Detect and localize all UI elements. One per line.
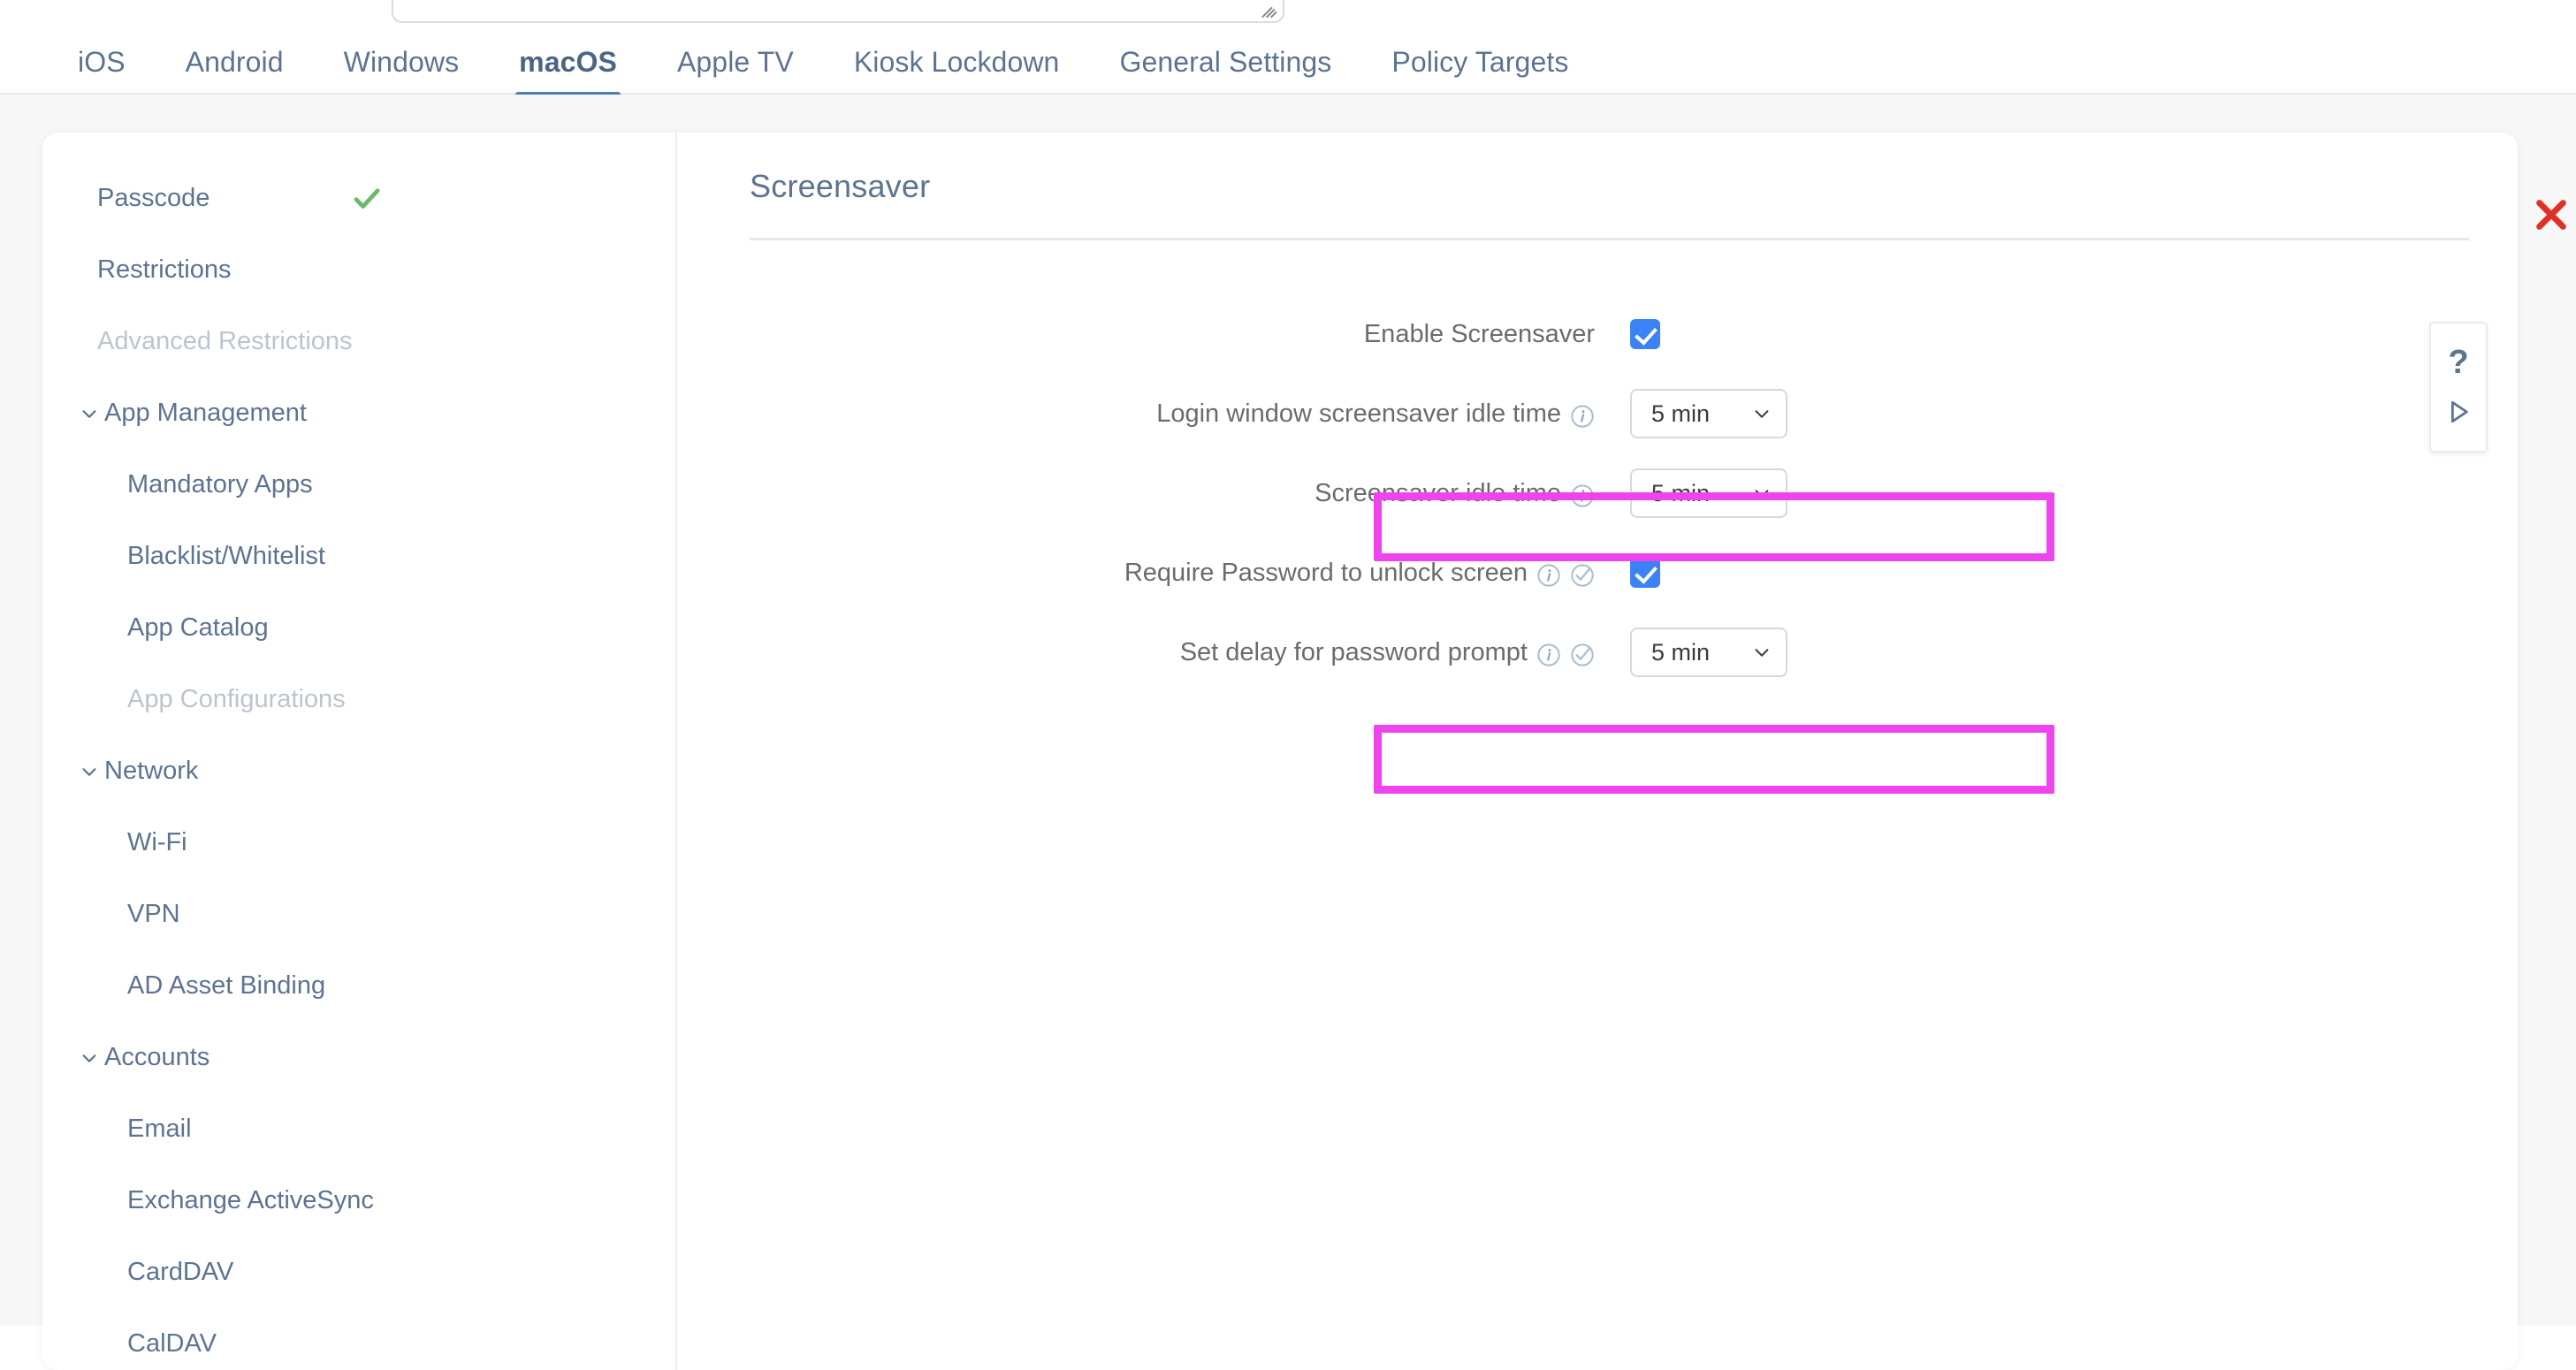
row-label: Require Password to unlock screen (677, 559, 1614, 588)
sidebar-item-label: AD Asset Binding (127, 971, 326, 1000)
tab-windows[interactable]: Windows (344, 23, 460, 98)
sidebar-group-label: App Management (104, 399, 307, 427)
screensaver-panel: Screensaver Enable Screensaver Login win… (677, 133, 2566, 1370)
tab-android[interactable]: Android (186, 23, 284, 98)
screensaver-idle-time-select[interactable]: 5 min (1630, 468, 1787, 518)
row-control (1630, 558, 1660, 588)
row-label: Login window screensaver idle time (677, 400, 1614, 429)
row-label: Set delay for password prompt (677, 638, 1614, 667)
sidebar-item-passcode[interactable]: Passcode (42, 163, 675, 234)
row-password-prompt-delay: Set delay for password prompt 5 min (677, 624, 2518, 681)
sidebar-item-label: App Catalog (127, 613, 269, 642)
sidebar-item-label: Exchange ActiveSync (127, 1186, 374, 1214)
row-control: 5 min (1630, 628, 1787, 677)
help-float-panel: ? (2429, 322, 2488, 453)
enable-screensaver-checkbox[interactable] (1630, 319, 1660, 349)
configured-check-icon (352, 184, 382, 214)
chevron-down-icon (80, 1048, 99, 1068)
info-icon[interactable] (1536, 563, 1561, 588)
tab-apple-tv[interactable]: Apple TV (677, 23, 794, 98)
panel-header: Screensaver (750, 168, 2566, 240)
sidebar-group-label: Network (104, 757, 199, 785)
sidebar-item-blacklist-whitelist[interactable]: Blacklist/Whitelist (42, 521, 675, 592)
sidebar-item-carddav[interactable]: CardDAV (42, 1237, 675, 1308)
sidebar-item-mandatory-apps[interactable]: Mandatory Apps (42, 449, 675, 521)
info-icon[interactable] (1570, 483, 1595, 508)
row-control (1630, 319, 1660, 349)
sidebar-group-app-management[interactable]: App Management (42, 377, 675, 449)
login-window-idle-time-select[interactable]: 5 min (1630, 389, 1787, 438)
tab-policy-targets[interactable]: Policy Targets (1391, 23, 1568, 98)
info-icon[interactable] (1536, 643, 1561, 667)
select-value: 5 min (1651, 479, 1711, 506)
sidebar-item-app-configurations: App Configurations (42, 664, 675, 735)
row-label: Enable Screensaver (1363, 319, 1595, 348)
row-require-password-unlock: Require Password to unlock screen (677, 544, 2518, 601)
settings-card: Passcode Restrictions Advanced Restricti… (42, 133, 2566, 1370)
tab-general-settings[interactable]: General Settings (1119, 23, 1331, 98)
payload-sidebar: Passcode Restrictions Advanced Restricti… (42, 133, 677, 1370)
highlight-box-password-prompt-delay (1374, 725, 2054, 794)
question-mark-icon[interactable]: ? (2443, 346, 2473, 379)
password-prompt-delay-select[interactable]: 5 min (1630, 628, 1787, 677)
tab-ios[interactable]: iOS (78, 23, 126, 98)
sidebar-item-exchange-activesync[interactable]: Exchange ActiveSync (42, 1165, 675, 1237)
sidebar-item-label: Restrictions (97, 255, 232, 284)
sidebar-item-label: Passcode (97, 184, 210, 212)
chevron-down-icon (1752, 404, 1772, 423)
sidebar-item-email[interactable]: Email (42, 1093, 675, 1165)
sidebar-group-label: Accounts (104, 1043, 210, 1071)
sidebar-item-label: CalDAV (127, 1329, 217, 1358)
tab-kiosk-lockdown[interactable]: Kiosk Lockdown (854, 23, 1060, 98)
sidebar-item-label: Wi-Fi (127, 828, 187, 856)
supervised-check-icon[interactable] (1570, 643, 1595, 667)
row-control: 5 min (1630, 468, 1787, 518)
info-icon[interactable] (1570, 404, 1595, 429)
sidebar-item-ad-asset-binding[interactable]: AD Asset Binding (42, 950, 675, 1022)
supervised-check-icon[interactable] (1570, 563, 1595, 588)
play-triangle-icon[interactable] (2443, 397, 2473, 427)
row-enable-screensaver: Enable Screensaver (677, 306, 2518, 362)
select-value: 5 min (1651, 638, 1711, 666)
sidebar-group-accounts[interactable]: Accounts (42, 1022, 675, 1093)
close-icon[interactable] (2531, 194, 2572, 235)
sidebar-item-label: Advanced Restrictions (97, 327, 353, 355)
sidebar-item-caldav[interactable]: CalDAV (42, 1308, 675, 1370)
require-password-checkbox[interactable] (1630, 558, 1660, 588)
row-login-window-idle-time: Login window screensaver idle time 5 min (677, 385, 2518, 442)
screensaver-form: Enable Screensaver Login window screensa… (677, 306, 2518, 704)
chevron-down-icon (80, 404, 99, 423)
sidebar-item-app-catalog[interactable]: App Catalog (42, 592, 675, 664)
chevron-down-icon (1752, 483, 1772, 503)
sidebar-item-label: Mandatory Apps (127, 470, 313, 499)
top-textarea[interactable] (392, 0, 1284, 23)
sidebar-item-label: Email (127, 1115, 192, 1143)
sidebar-item-label: Blacklist/Whitelist (127, 542, 325, 570)
sidebar-group-network[interactable]: Network (42, 735, 675, 807)
page-title: Screensaver (750, 168, 931, 204)
sidebar-item-wifi[interactable]: Wi-Fi (42, 807, 675, 879)
chevron-down-icon (1752, 643, 1772, 662)
sidebar-item-label: VPN (127, 900, 180, 928)
top-textarea-strip (0, 0, 2576, 23)
resize-grip-icon[interactable] (1260, 1, 1279, 19)
sidebar-item-label: App Configurations (127, 685, 346, 713)
tab-macos[interactable]: macOS (515, 23, 621, 98)
sidebar-item-label: CardDAV (127, 1258, 234, 1286)
row-control: 5 min (1630, 389, 1787, 438)
chevron-down-icon (80, 762, 99, 781)
row-screensaver-idle-time: Screensaver idle time 5 min (677, 465, 2518, 521)
platform-tabbar: iOS Android Windows macOS Apple TV Kiosk… (0, 23, 2576, 98)
sidebar-item-restrictions[interactable]: Restrictions (42, 234, 675, 306)
sidebar-item-advanced-restrictions: Advanced Restrictions (42, 306, 675, 377)
sidebar-item-vpn[interactable]: VPN (42, 879, 675, 950)
select-value: 5 min (1651, 400, 1711, 427)
row-label: Screensaver idle time (677, 479, 1614, 508)
